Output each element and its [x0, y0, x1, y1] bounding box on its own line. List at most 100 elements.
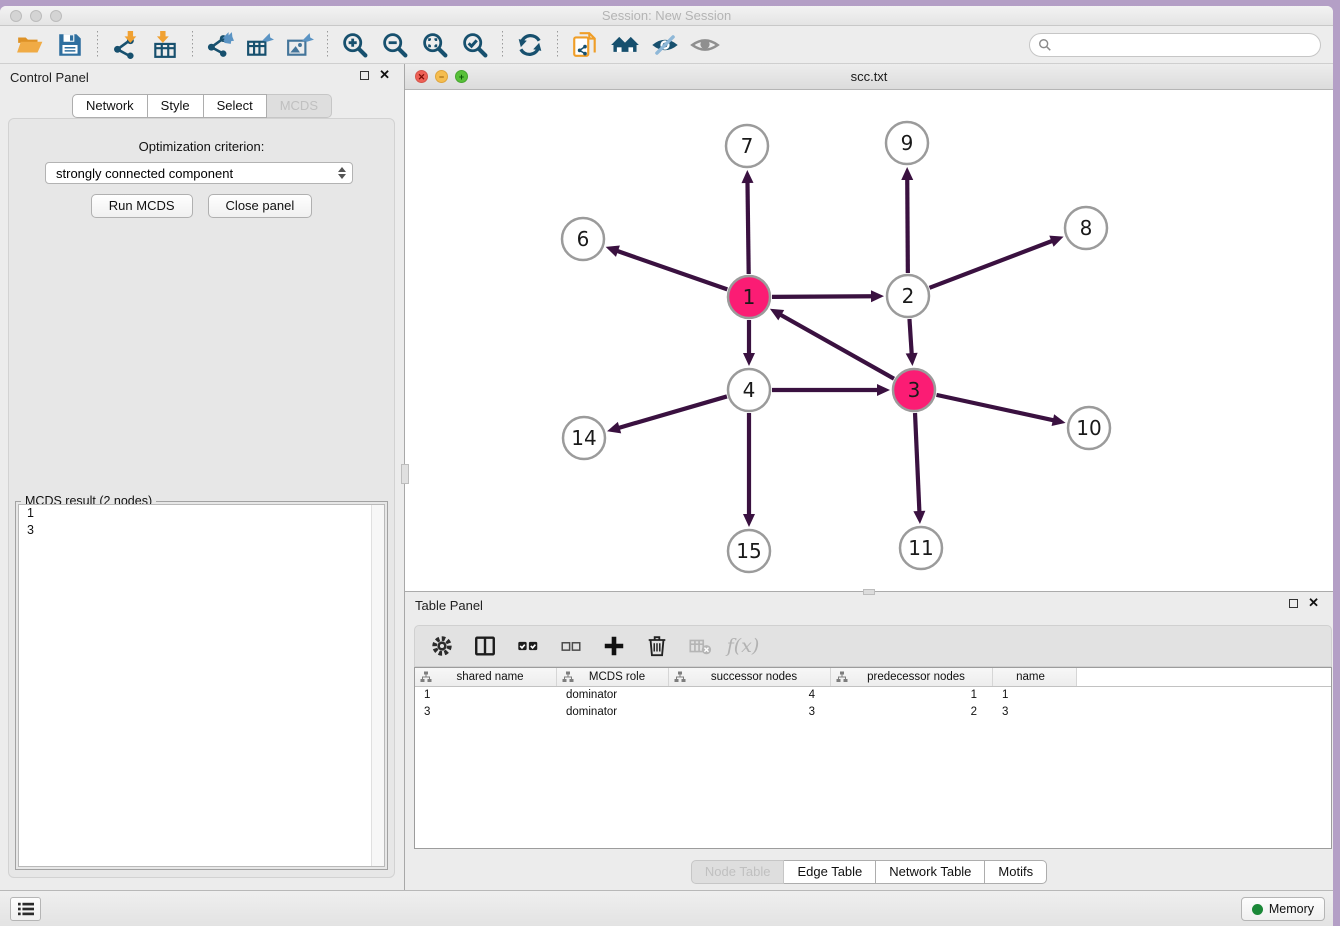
edge-1-to-6[interactable] [606, 246, 728, 290]
deselect-all-icon[interactable] [558, 633, 584, 659]
hide-selected-icon[interactable] [650, 30, 680, 60]
show-columns-icon[interactable] [472, 633, 498, 659]
window-close-button[interactable] [10, 10, 22, 22]
edge-3-to-11[interactable] [913, 413, 925, 524]
edge-1-to-4[interactable] [743, 320, 755, 366]
close-panel-button[interactable]: Close panel [208, 194, 313, 218]
column-header-predecessor-nodes[interactable]: predecessor nodes [831, 668, 993, 686]
tab-motifs[interactable]: Motifs [985, 860, 1047, 884]
edge-1-to-2[interactable] [772, 290, 884, 302]
edge-4-to-15[interactable] [743, 413, 755, 527]
first-neighbors-icon[interactable] [610, 30, 640, 60]
column-header-shared-name[interactable]: shared name [415, 668, 557, 686]
export-network-icon[interactable] [205, 30, 235, 60]
edge-4-to-14[interactable] [607, 396, 727, 433]
network-window-titlebar[interactable]: ✕ − + scc.txt [405, 64, 1333, 90]
edge-3-to-1[interactable] [770, 309, 894, 379]
cell-MCDS-role[interactable]: dominator [557, 689, 669, 701]
cell-name[interactable]: 1 [993, 689, 1077, 701]
cell-predecessor-nodes[interactable]: 1 [831, 689, 993, 701]
graph-node-1[interactable]: 1 [728, 276, 770, 318]
cell-successor-nodes[interactable]: 3 [669, 706, 831, 718]
graph-node-2[interactable]: 2 [887, 275, 929, 317]
create-column-icon[interactable] [601, 633, 627, 659]
control-panel-close-icon[interactable]: ✕ [379, 70, 390, 80]
select-all-icon[interactable] [515, 633, 541, 659]
cell-shared-name[interactable]: 1 [415, 689, 557, 701]
tab-network-table[interactable]: Network Table [876, 860, 985, 884]
refresh-icon[interactable] [515, 30, 545, 60]
network-minimize-button[interactable]: − [435, 70, 448, 83]
import-table-icon[interactable] [150, 30, 180, 60]
result-scrollbar[interactable] [371, 505, 384, 866]
network-close-button[interactable]: ✕ [415, 70, 428, 83]
graph-node-10[interactable]: 10 [1068, 407, 1110, 449]
graph-node-9[interactable]: 9 [886, 122, 928, 164]
graph-node-3[interactable]: 3 [893, 369, 935, 411]
graph-node-4[interactable]: 4 [728, 369, 770, 411]
network-maximize-button[interactable]: + [455, 70, 468, 83]
vertical-splitter-handle[interactable] [401, 464, 409, 484]
show-all-icon[interactable] [690, 30, 720, 60]
graph-node-6[interactable]: 6 [562, 218, 604, 260]
zoom-fit-icon[interactable] [420, 30, 450, 60]
column-header-successor-nodes[interactable]: successor nodes [669, 668, 831, 686]
zoom-selected-icon[interactable] [460, 30, 490, 60]
search-field[interactable] [1029, 33, 1321, 57]
run-mcds-button[interactable]: Run MCDS [91, 194, 193, 218]
edge-2-to-8[interactable] [929, 236, 1063, 288]
table-panel-float-icon[interactable] [1289, 599, 1298, 608]
table-row[interactable]: 3dominator323 [415, 704, 1331, 721]
tab-edge-table[interactable]: Edge Table [784, 860, 876, 884]
zoom-in-icon[interactable] [340, 30, 370, 60]
zoom-out-icon[interactable] [380, 30, 410, 60]
import-network-icon[interactable] [110, 30, 140, 60]
tab-style[interactable]: Style [148, 94, 204, 118]
cell-predecessor-nodes[interactable]: 2 [831, 706, 993, 718]
export-image-icon[interactable] [285, 30, 315, 60]
cell-successor-nodes[interactable]: 4 [669, 689, 831, 701]
graph-node-11[interactable]: 11 [900, 527, 942, 569]
save-session-icon[interactable] [55, 30, 85, 60]
edge-2-to-3[interactable] [906, 319, 918, 366]
cell-MCDS-role[interactable]: dominator [557, 706, 669, 718]
memory-button[interactable]: Memory [1241, 897, 1325, 921]
horizontal-splitter-handle[interactable] [863, 589, 875, 595]
table-settings-gear-icon[interactable] [429, 633, 455, 659]
tab-node-table[interactable]: Node Table [691, 860, 785, 884]
copy-network-view-icon[interactable] [570, 30, 600, 60]
open-session-icon[interactable] [15, 30, 45, 60]
mcds-result-item[interactable]: 3 [19, 522, 384, 539]
table-row[interactable]: 1dominator411 [415, 687, 1331, 704]
cell-name[interactable]: 3 [993, 706, 1077, 718]
column-header-name[interactable]: name [993, 668, 1077, 686]
optimization-criterion-select[interactable]: strongly connected component [45, 162, 353, 184]
mcds-result-list[interactable]: 13 [18, 504, 385, 867]
graph-node-15[interactable]: 15 [728, 530, 770, 572]
edge-2-to-9[interactable] [901, 167, 913, 273]
cell-shared-name[interactable]: 3 [415, 706, 557, 718]
export-table-icon[interactable] [245, 30, 275, 60]
control-panel-float-icon[interactable] [360, 71, 369, 80]
graph-node-8[interactable]: 8 [1065, 207, 1107, 249]
delete-column-icon[interactable] [644, 633, 670, 659]
tab-select[interactable]: Select [204, 94, 267, 118]
column-header-MCDS-role[interactable]: MCDS role [557, 668, 669, 686]
edge-3-to-10[interactable] [936, 395, 1065, 426]
mcds-result-item[interactable]: 1 [19, 505, 384, 522]
node-table[interactable]: shared nameMCDS rolesuccessor nodesprede… [414, 667, 1332, 849]
tab-network[interactable]: Network [72, 94, 148, 118]
window-minimize-button[interactable] [30, 10, 42, 22]
window-zoom-button[interactable] [50, 10, 62, 22]
search-input[interactable] [1057, 38, 1312, 52]
tab-mcds[interactable]: MCDS [267, 94, 332, 118]
graph-node-14[interactable]: 14 [563, 417, 605, 459]
edge-1-to-7[interactable] [741, 170, 753, 274]
task-history-button[interactable] [10, 897, 41, 921]
table-header-row[interactable]: shared nameMCDS rolesuccessor nodesprede… [415, 668, 1331, 687]
graph-node-7[interactable]: 7 [726, 125, 768, 167]
window-traffic-lights[interactable] [10, 10, 62, 22]
network-canvas[interactable]: 7 9 6 8 1 2 4 3 14 10 15 11 [405, 90, 1333, 591]
table-panel-close-icon[interactable]: ✕ [1308, 598, 1319, 608]
edge-4-to-3[interactable] [772, 384, 890, 396]
